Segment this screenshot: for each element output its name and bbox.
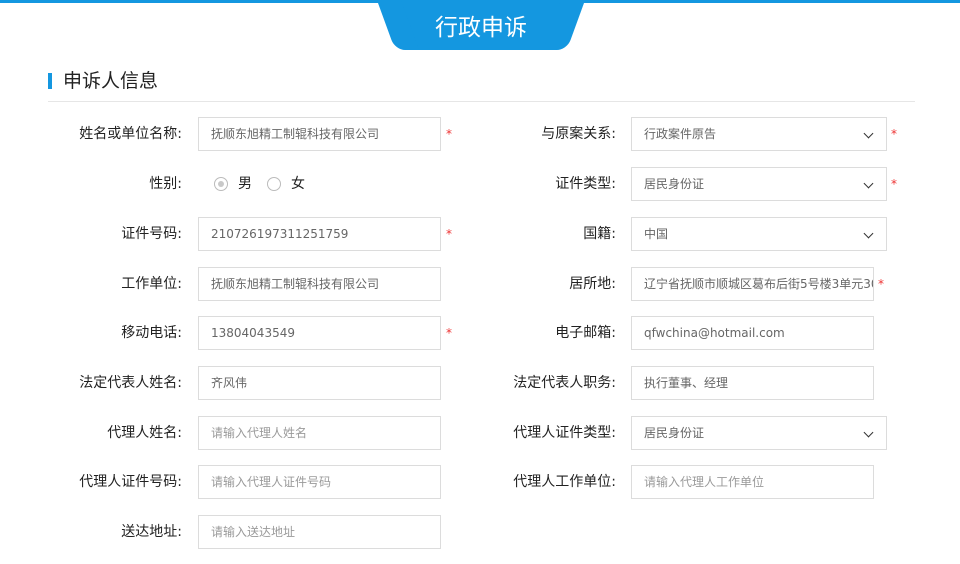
relation-value: 行政案件原告	[644, 127, 717, 141]
mobile-label: 移动电话:	[121, 325, 182, 341]
delivery-address-field[interactable]: 请输入送达地址	[198, 515, 441, 549]
chevron-down-icon	[863, 228, 874, 239]
id-type-label: 证件类型:	[555, 176, 616, 192]
agent-id-number-label: 代理人证件号码:	[79, 474, 182, 490]
mobile-field[interactable]: 13804043549	[198, 316, 441, 350]
residence-label: 居所地:	[569, 276, 616, 292]
residence-required-mark: *	[878, 277, 884, 291]
agent-name-label: 代理人姓名:	[107, 425, 182, 441]
chevron-down-icon	[863, 178, 874, 189]
page-title: 行政申诉	[435, 15, 527, 41]
agent-employer-field[interactable]: 请输入代理人工作单位	[631, 465, 874, 499]
relation-required-mark: *	[891, 127, 897, 141]
legal-rep-name-field[interactable]: 齐风伟	[198, 366, 441, 400]
nationality-label: 国籍:	[583, 226, 616, 242]
id-type-select[interactable]: 居民身份证	[631, 167, 887, 201]
delivery-address-label: 送达地址:	[121, 524, 182, 540]
section-marker	[48, 73, 52, 89]
section-title: 申诉人信息	[63, 70, 159, 92]
gender-male-radio[interactable]	[214, 177, 228, 191]
id-number-label: 证件号码:	[121, 226, 182, 242]
relation-select[interactable]: 行政案件原告	[631, 117, 887, 151]
legal-rep-title-label: 法定代表人职务:	[513, 375, 616, 391]
nationality-value: 中国	[644, 227, 669, 241]
name-field[interactable]: 抚顺东旭精工制辊科技有限公司	[198, 117, 441, 151]
agent-id-number-field[interactable]: 请输入代理人证件号码	[198, 465, 441, 499]
chevron-down-icon	[863, 427, 874, 438]
id-type-value: 居民身份证	[644, 177, 705, 191]
agent-employer-label: 代理人工作单位:	[513, 474, 616, 490]
residence-field[interactable]: 辽宁省抚顺市顺城区葛布后街5号楼3单元301号	[631, 267, 874, 301]
id-number-field[interactable]: 210726197311251759	[198, 217, 441, 251]
employer-label: 工作单位:	[121, 276, 182, 292]
gender-male-label: 男	[238, 176, 252, 192]
relation-label: 与原案关系:	[541, 126, 616, 142]
section-header: 申诉人信息	[48, 68, 915, 102]
gender-female-label: 女	[291, 176, 305, 192]
email-field[interactable]: qfwchina@hotmail.com	[631, 316, 874, 350]
legal-rep-title-field[interactable]: 执行董事、经理	[631, 366, 874, 400]
page-title-tab: 行政申诉	[398, 0, 564, 50]
id-type-required-mark: *	[891, 177, 897, 191]
agent-id-type-value: 居民身份证	[644, 426, 705, 440]
agent-id-type-select[interactable]: 居民身份证	[631, 416, 887, 450]
nationality-select[interactable]: 中国	[631, 217, 887, 251]
agent-name-field[interactable]: 请输入代理人姓名	[198, 416, 441, 450]
email-label: 电子邮箱:	[555, 325, 616, 341]
gender-label: 性别:	[149, 176, 182, 192]
agent-id-type-label: 代理人证件类型:	[513, 425, 616, 441]
chevron-down-icon	[863, 128, 874, 139]
gender-female-radio[interactable]	[267, 177, 281, 191]
legal-rep-name-label: 法定代表人姓名:	[79, 375, 182, 391]
name-label: 姓名或单位名称:	[79, 126, 182, 142]
employer-field[interactable]: 抚顺东旭精工制辊科技有限公司	[198, 267, 441, 301]
